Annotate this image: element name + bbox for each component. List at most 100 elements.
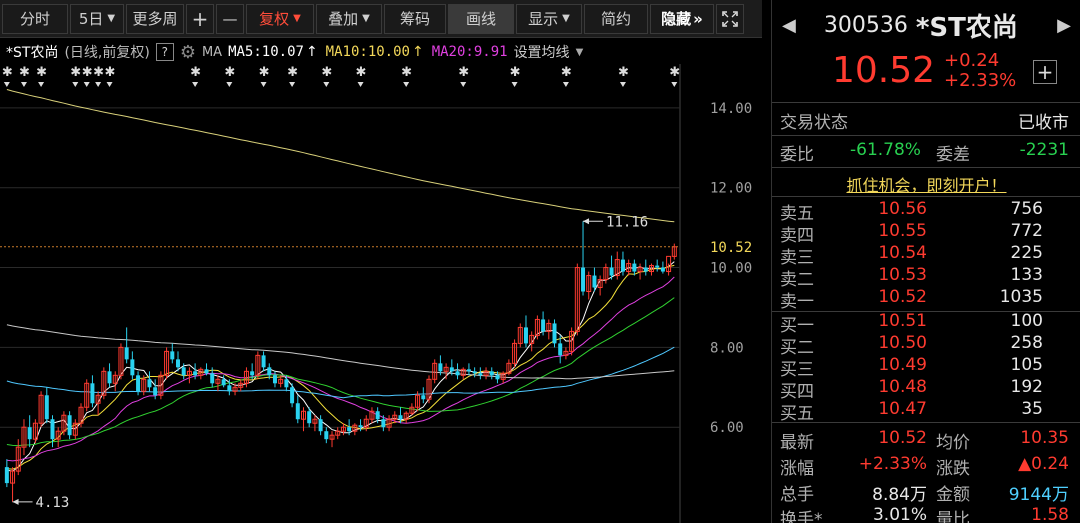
candle	[523, 315, 528, 348]
candle	[130, 351, 135, 380]
tab-more-periods-label: 更多周	[132, 10, 178, 28]
candle	[655, 259, 660, 272]
bid-row[interactable]: 买一 10.51 100	[772, 311, 1080, 336]
candle-body	[227, 385, 232, 392]
bid-row[interactable]: 买二 10.50 258	[772, 333, 1080, 358]
hide-button[interactable]: 隐藏»	[650, 3, 714, 34]
ask-row[interactable]: 卖二 10.53 133	[772, 265, 1080, 290]
overlay-label: 叠加	[328, 10, 359, 28]
marker-arrow-icon	[72, 82, 79, 87]
event-marker-icon: ✱	[321, 65, 332, 80]
gear-icon[interactable]: ⚙	[180, 42, 196, 63]
y-tick-label: 10.00	[710, 261, 752, 277]
overlay-button[interactable]: 叠加 ▼	[316, 3, 382, 34]
chart-legend-bar: *ST农尚 (日线,前复权) ? ⚙ MA MA5:10.07 ↑ MA10:1…	[0, 40, 700, 64]
ask-volume: 1035	[999, 287, 1043, 307]
y-tick-label: 14.00	[710, 101, 752, 117]
plus-icon: +	[191, 6, 209, 31]
quote-panel: ◀ 300536 *ST农尚 ▶ 10.52 +0.24 +2.33% + 交易…	[771, 0, 1080, 523]
candle	[455, 363, 460, 380]
ask-price: 10.54	[878, 243, 927, 263]
ask-row[interactable]: 卖三 10.54 225	[772, 243, 1080, 268]
y-tick-label: 12.00	[710, 181, 752, 197]
candle	[67, 411, 72, 440]
zoom-out-button[interactable]: —	[216, 3, 244, 34]
prev-stock-button[interactable]: ◀	[782, 15, 796, 36]
kline-chart[interactable]: ✱ ✱ ✱ ✱ ✱ ✱ ✱ ✱ ✱ ✱ ✱ ✱ ✱ ✱ ✱ ✱ ✱ ✱ ✱ 14.0012.0010.008.006…	[0, 64, 762, 523]
bid-label: 买五	[780, 404, 814, 424]
tab-more-periods[interactable]: 更多周	[126, 3, 184, 34]
add-watchlist-button[interactable]: +	[1033, 60, 1057, 84]
ask-row[interactable]: 卖一 10.52 1035	[772, 287, 1080, 312]
ask-price: 10.56	[878, 199, 927, 219]
event-marker-icon: ✱	[259, 65, 270, 80]
event-marker-icon: ✱	[82, 65, 93, 80]
candle-body	[318, 419, 323, 432]
candle	[558, 335, 563, 364]
next-stock-button[interactable]: ▶	[1057, 15, 1071, 36]
event-marker-icon: ✱	[19, 65, 30, 80]
help-button[interactable]: ?	[155, 43, 174, 61]
candle	[55, 427, 61, 448]
ask-row[interactable]: 卖五 10.56 756	[772, 199, 1080, 224]
candle	[426, 375, 432, 404]
chips-button[interactable]: 筹码	[384, 3, 446, 34]
marker-arrow-icon	[511, 82, 518, 87]
adjust-button[interactable]: 复权 ▼	[246, 3, 314, 34]
candle	[32, 419, 38, 444]
candle	[261, 351, 266, 372]
tab-5day[interactable]: 5日 ▼	[70, 3, 124, 34]
event-marker-icon: ✱	[224, 65, 235, 80]
marker-arrow-icon	[83, 82, 90, 87]
candle	[489, 367, 494, 380]
ask-price: 10.55	[878, 221, 927, 241]
ask-row[interactable]: 卖四 10.55 772	[772, 221, 1080, 246]
event-marker-icon: ✱	[356, 65, 367, 80]
event-marker-icon: ✱	[287, 65, 298, 80]
bid-row[interactable]: 买三 10.49 105	[772, 355, 1080, 380]
tab-5day-label: 5日	[78, 10, 104, 28]
event-marker-icon: ✱	[561, 65, 572, 80]
candle-body	[466, 369, 471, 372]
arrow-left-icon	[12, 498, 19, 505]
ma20-value: MA20:9.91	[431, 44, 508, 60]
trade-status-label: 交易状态	[780, 113, 848, 133]
marker-arrow-icon	[106, 82, 113, 87]
candle-body	[421, 395, 426, 400]
display-button[interactable]: 显示 ▼	[516, 3, 582, 34]
zoom-in-button[interactable]: +	[186, 3, 214, 34]
candle	[4, 459, 9, 488]
marker-arrow-icon	[671, 82, 678, 87]
bid-row[interactable]: 买四 10.48 192	[772, 377, 1080, 402]
tab-intraday-label: 分时	[19, 10, 50, 28]
amount-label: 金额	[936, 485, 970, 505]
event-markers: ✱ ✱ ✱ ✱ ✱ ✱ ✱ ✱ ✱ ✱ ✱ ✱ ✱ ✱ ✱ ✱ ✱ ✱ ✱	[2, 65, 680, 87]
candle-body	[609, 267, 614, 276]
candle-body	[67, 415, 72, 436]
chart-grid	[0, 64, 681, 523]
candle	[324, 427, 329, 444]
event-marker-icon: ✱	[510, 65, 521, 80]
candle-body	[655, 265, 660, 268]
volume-label: 总手	[780, 485, 814, 505]
stock-code: 300536	[823, 12, 908, 38]
expand-button[interactable]	[716, 3, 744, 34]
candle-body	[558, 343, 563, 356]
candle	[107, 363, 112, 388]
candle	[586, 271, 592, 300]
candle-body	[347, 427, 352, 432]
draw-line-button[interactable]: 画线	[448, 3, 514, 34]
candle	[10, 467, 16, 502]
simple-button[interactable]: 简约	[584, 3, 648, 34]
simple-label: 简约	[600, 10, 631, 28]
candle-body	[290, 387, 295, 404]
price-block: 10.52 +0.24 +2.33% +	[772, 46, 1080, 96]
tab-intraday[interactable]: 分时	[2, 3, 68, 34]
marker-arrow-icon	[192, 82, 199, 87]
arrow-left-icon	[583, 218, 590, 225]
candle	[61, 411, 67, 436]
bid-row[interactable]: 买五 10.47 35	[772, 399, 1080, 424]
open-account-link[interactable]: 抓住机会，即刻开户！	[846, 176, 1006, 195]
candle-body	[44, 395, 49, 420]
ma-settings-button[interactable]: 设置均线	[514, 42, 570, 62]
